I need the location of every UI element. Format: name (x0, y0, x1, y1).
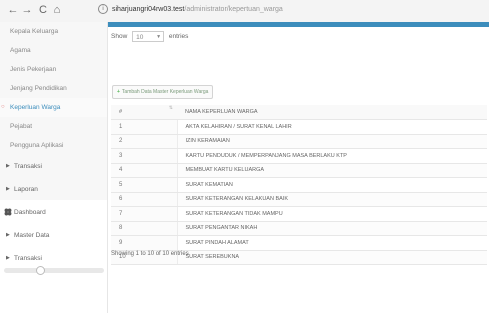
row-number: 4 (111, 163, 178, 178)
chevron-down-icon: ▼ (156, 34, 162, 40)
sidebar-item-pengguna-aplikasi[interactable]: Pengguna Aplikasi (0, 136, 107, 155)
row-name: SURAT PINDAH ALAMAT (177, 235, 487, 251)
row-name: IZIN KERAMAIAN (177, 134, 487, 149)
entries-label: entries (168, 33, 189, 41)
table-info: Showing 1 to 10 of 10 entries (111, 251, 189, 257)
sidebar-item-label: Kepala Keluarga (10, 28, 59, 35)
row-number: 7 (111, 206, 178, 222)
sidebar-item-label: Transaksi (14, 163, 42, 170)
plus-icon: + (117, 89, 120, 95)
sidebar-item-dashboard[interactable]: Dashboard (0, 201, 107, 224)
sidebar-item-laporan[interactable]: ▶ Laporan (0, 178, 107, 201)
row-number: 6 (111, 192, 178, 207)
table-row: 9 SURAT PINDAH ALAMAT (111, 235, 487, 251)
row-name: MEMBUAT KARTU KELUARGA (177, 163, 487, 178)
row-name: SURAT KETERANGAN TIDAK MAMPU (177, 206, 487, 222)
scroll-handle[interactable] (36, 266, 45, 275)
column-header-number[interactable]: # ⇅ (111, 105, 177, 120)
table-row: 4 MEMBUAT KARTU KELUARGA (111, 163, 487, 178)
sort-icon: ⇅ (168, 105, 173, 111)
row-name: AKTA KELAHIRAN / SURAT KENAL LAHIR (177, 119, 487, 135)
row-number: 2 (111, 134, 178, 149)
table-row: 6 SURAT KETERANGAN KELAKUAN BAIK (111, 192, 487, 207)
sidebar-item-label: Master Data (14, 232, 50, 239)
sidebar-item-transaksi-2[interactable]: ▶ Transaksi (0, 247, 107, 270)
info-icon[interactable]: i (98, 4, 108, 15)
sidebar-item-label: Jenis Pekerjaan (10, 66, 57, 73)
sidebar-item-transaksi[interactable]: ▶ Transaksi (0, 155, 107, 178)
chevron-right-icon: ▶ (6, 163, 10, 169)
row-number: 8 (111, 221, 178, 236)
page-length-value: 10 (136, 34, 144, 41)
address-bar[interactable]: i siharjuangri04rw03.test/administrator/k… (98, 3, 482, 17)
add-button-label: Tambah Data Master Keperluan Warga (121, 89, 209, 95)
row-number: 9 (111, 235, 178, 251)
row-number: 5 (111, 177, 178, 193)
add-keperluan-button[interactable]: + Tambah Data Master Keperluan Warga (112, 85, 214, 99)
row-name: SURAT SEREBUKNA (177, 250, 487, 265)
sidebar-item-label: Dashboard (14, 209, 46, 216)
chevron-right-icon: ▶ (6, 186, 10, 192)
keperluan-table: # ⇅ NAMA KEPERLUAN WARGA 1 AKTA KELAHIRAN … (111, 105, 487, 265)
table-row: 8 SURAT PENGANTAR NIKAH (111, 221, 487, 236)
main-content: Show 10 ▼ entries + Tambah Data Master Ke… (108, 22, 489, 313)
circle-icon: ○ (1, 104, 5, 110)
sidebar-item-keperluan-warga[interactable]: ○ Keperluan Warga (0, 98, 107, 117)
url-path: /administrator/kepertuan_warga (184, 6, 283, 13)
table-row: 2 IZIN KERAMAIAN (111, 134, 487, 149)
back-arrow-icon[interactable]: ← (6, 3, 20, 17)
row-number: 3 (111, 148, 178, 164)
header-strip (108, 22, 489, 27)
page-length-select[interactable]: 10 ▼ (132, 31, 165, 42)
url-host: siharjuangri04rw03.test (112, 6, 185, 13)
forward-arrow-icon[interactable]: → (20, 3, 34, 17)
sidebar-item-label: Laporan (14, 186, 38, 193)
sidebar-item-master-data[interactable]: ▶ Master Data (0, 224, 107, 247)
sidebar-scrollbar[interactable] (4, 266, 104, 275)
table-row: 7 SURAT KETERANGAN TIDAK MAMPU (111, 206, 487, 222)
sidebar-item-agama[interactable]: Agama (0, 41, 107, 60)
home-icon[interactable]: ⌂ (50, 3, 64, 17)
column-header-name[interactable]: NAMA KEPERLUAN WARGA (177, 105, 487, 120)
sidebar-item-label: Agama (10, 47, 31, 54)
sidebar-item-jenis-pekerjaan[interactable]: Jenis Pekerjaan (0, 60, 107, 79)
browser-toolbar: ← → C ⌂ i siharjuangri04rw03.test/adminis… (0, 0, 489, 23)
sidebar-item-label: Jenjang Pendidikan (10, 85, 67, 92)
show-label: Show (111, 33, 128, 41)
chevron-right-icon: ▶ (6, 255, 10, 261)
sidebar-item-pejabat[interactable]: Pejabat (0, 117, 107, 136)
sidebar-item-label: Pengguna Aplikasi (10, 142, 64, 149)
table-header-row: # ⇅ NAMA KEPERLUAN WARGA (111, 105, 487, 120)
sidebar-item-label: Transaksi (14, 255, 42, 262)
table-row: 3 KARTU PENDUDUK / MEMPERPANJANG MASA BER… (111, 148, 487, 164)
sidebar-item-jenjang-pendidikan[interactable]: Jenjang Pendidikan (0, 79, 107, 98)
row-name: SURAT KEMATIAN (177, 177, 487, 193)
sidebar-item-label: Pejabat (10, 123, 33, 130)
page-length-control: Show 10 ▼ entries (111, 31, 188, 42)
row-name: KARTU PENDUDUK / MEMPERPANJANG MASA BERL… (177, 148, 487, 164)
row-name: SURAT PENGANTAR NIKAH (177, 221, 487, 236)
row-number: 1 (111, 119, 178, 135)
sidebar-item-kepala-keluarga[interactable]: Kepala Keluarga (0, 22, 107, 41)
sidebar-item-label: Keperluan Warga (10, 104, 61, 111)
reload-icon[interactable]: C (36, 3, 50, 17)
table-row: 5 SURAT KEMATIAN (111, 177, 487, 193)
chevron-right-icon: ▶ (6, 232, 10, 238)
table-row: 1 AKTA KELAHIRAN / SURAT KENAL LAHIR (111, 119, 487, 135)
sidebar: Kepala Keluarga Agama Jenis Pekerjaan Je… (0, 22, 108, 313)
dashboard-icon (4, 208, 12, 216)
row-name: SURAT KETERANGAN KELAKUAN BAIK (177, 192, 487, 207)
